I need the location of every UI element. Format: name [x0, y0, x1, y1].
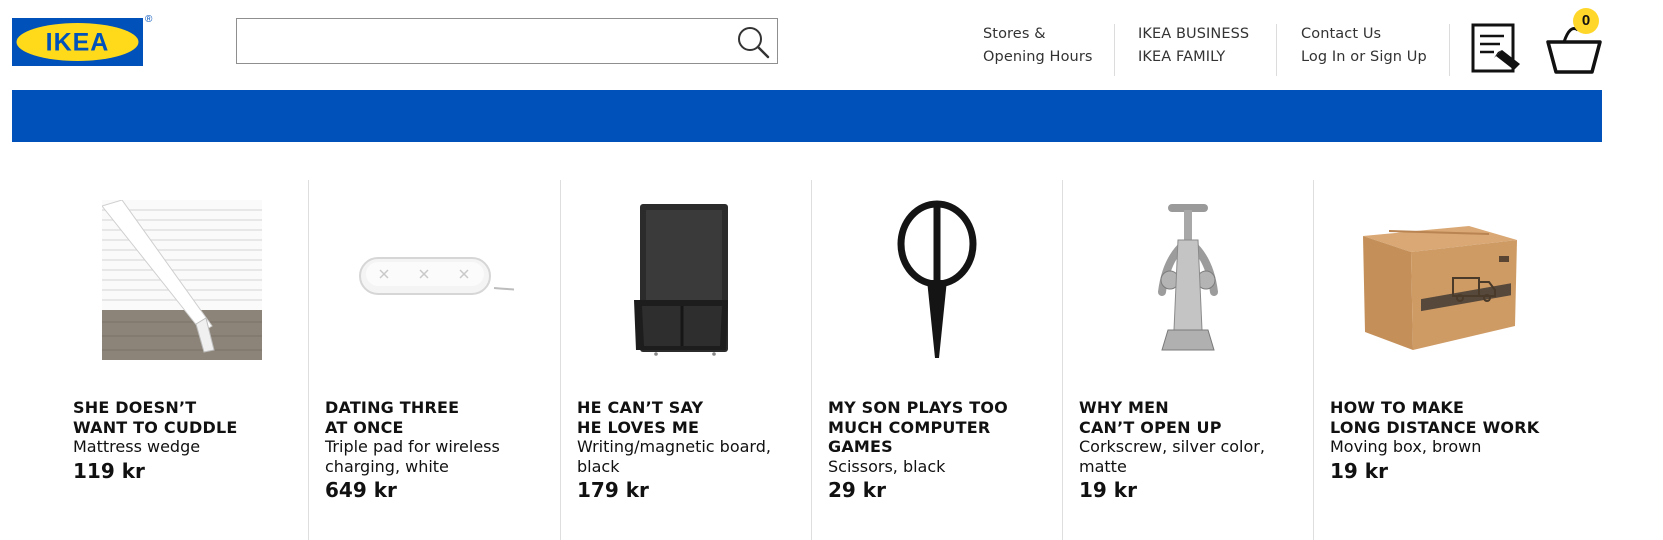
product-title: MY SON PLAYS TOO MUCH COMPUTER GAMES — [828, 398, 1008, 456]
corkscrew-image — [1108, 200, 1268, 360]
blue-banner — [12, 90, 1602, 142]
product-card[interactable]: MY SON PLAYS TOO MUCH COMPUTER GAMES Sci… — [811, 180, 1062, 540]
product-title: HE CAN’T SAY HE LOVES ME — [577, 398, 704, 437]
product-info: WHY MEN CAN’T OPEN UP Corkscrew, silver … — [1079, 398, 1311, 503]
product-card[interactable]: WHY MEN CAN’T OPEN UP Corkscrew, silver … — [1062, 180, 1313, 540]
product-info: HE CAN’T SAY HE LOVES ME Writing/magneti… — [577, 398, 809, 503]
scissors-image — [857, 200, 1017, 360]
ikea-logo[interactable]: IKEA ® — [12, 14, 152, 66]
shopping-cart-button[interactable]: 0 — [1540, 8, 1608, 74]
product-price: 29 kr — [828, 478, 886, 502]
product-title: DATING THREE AT ONCE — [325, 398, 460, 437]
nav-divider — [1449, 24, 1450, 76]
product-price: 179 kr — [577, 478, 649, 502]
product-info: MY SON PLAYS TOO MUCH COMPUTER GAMES Sci… — [828, 398, 1060, 503]
product-description: Corkscrew, silver color, matte — [1079, 437, 1265, 476]
product-card[interactable]: HE CAN’T SAY HE LOVES ME Writing/magneti… — [560, 180, 811, 540]
contact-us-link[interactable]: Contact Us — [1301, 23, 1427, 46]
ikea-family-link[interactable]: IKEA FAMILY — [1138, 46, 1249, 69]
product-price: 119 kr — [73, 458, 145, 483]
magnetic-board-image — [606, 200, 766, 360]
nav-stores: Stores & Opening Hours — [983, 23, 1093, 69]
product-row: SHE DOESN’T WANT TO CUDDLE Mattress wedg… — [0, 180, 1663, 540]
product-card[interactable]: HOW TO MAKE LONG DISTANCE WORK Moving bo… — [1313, 180, 1573, 540]
nav-divider — [1276, 24, 1277, 76]
shopping-list-button[interactable] — [1470, 22, 1524, 74]
ikea-business-link[interactable]: IKEA BUSINESS — [1138, 23, 1249, 46]
product-description: Scissors, black — [828, 456, 946, 476]
product-title: SHE DOESN’T WANT TO CUDDLE — [73, 398, 238, 437]
mattress-wedge-image — [101, 199, 262, 360]
registered-mark: ® — [145, 14, 153, 25]
nav-divider — [1114, 24, 1115, 76]
cart-count-badge: 0 — [1573, 8, 1599, 34]
search-box — [236, 18, 778, 64]
product-description: Mattress wedge — [73, 437, 201, 456]
product-price: 19 kr — [1079, 478, 1137, 502]
product-title: HOW TO MAKE LONG DISTANCE WORK — [1330, 398, 1540, 437]
stores-link[interactable]: Stores & Opening Hours — [983, 23, 1093, 69]
stores-label: Stores & — [983, 26, 1046, 42]
logo-text: IKEA — [46, 29, 110, 57]
product-price: 19 kr — [1330, 458, 1388, 483]
product-description: Triple pad for wireless charging, white — [325, 437, 500, 476]
product-card[interactable]: SHE DOESN’T WANT TO CUDDLE Mattress wedg… — [0, 180, 308, 540]
search-icon — [738, 27, 770, 59]
search-button[interactable] — [735, 24, 771, 60]
product-description: Writing/magnetic board, black — [577, 437, 771, 476]
login-link[interactable]: Log In or Sign Up — [1301, 46, 1427, 69]
shopping-list-icon — [1471, 23, 1520, 73]
product-card[interactable]: DATING THREE AT ONCE Triple pad for wire… — [308, 180, 560, 540]
nav-account: Contact Us Log In or Sign Up — [1301, 23, 1427, 69]
product-title: WHY MEN CAN’T OPEN UP — [1079, 398, 1222, 437]
product-info: HOW TO MAKE LONG DISTANCE WORK Moving bo… — [1330, 398, 1570, 484]
product-price: 649 kr — [325, 478, 397, 502]
product-description: Moving box, brown — [1330, 437, 1482, 456]
moving-box-image — [1359, 200, 1519, 360]
nav-ikea: IKEA BUSINESS IKEA FAMILY — [1138, 23, 1249, 69]
wireless-charger-image — [354, 200, 540, 360]
product-info: DATING THREE AT ONCE Triple pad for wire… — [325, 398, 557, 503]
search-input[interactable] — [237, 19, 707, 63]
product-info: SHE DOESN’T WANT TO CUDDLE Mattress wedg… — [73, 398, 303, 484]
opening-hours-label: Opening Hours — [983, 49, 1093, 65]
